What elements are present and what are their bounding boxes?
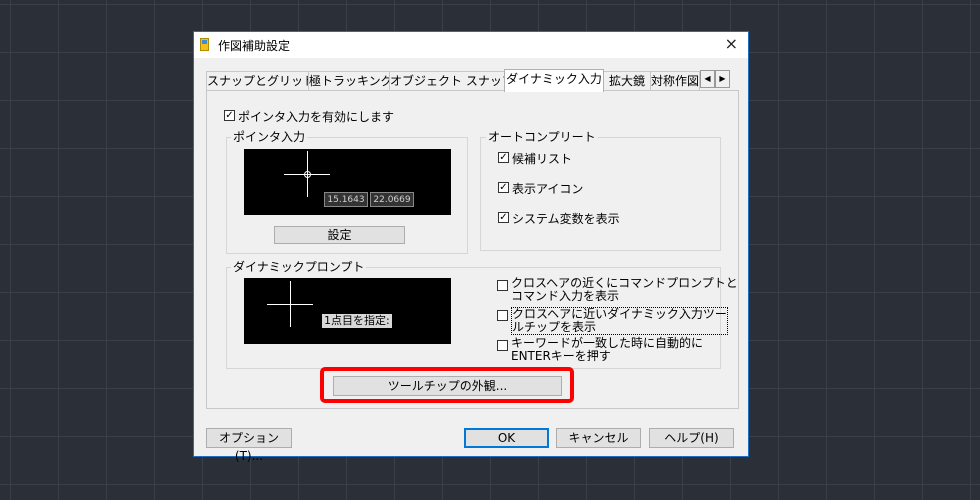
crosshair-pickbox-icon xyxy=(304,171,311,178)
show-sysvars-checkbox[interactable]: ✓ xyxy=(498,212,509,223)
options-button[interactable]: オプション(T)... xyxy=(206,428,292,463)
display-icon-checkbox[interactable]: ✓ xyxy=(498,182,509,193)
tab-symmetric-drawing[interactable]: 対称作図 xyxy=(650,71,700,91)
coord-x-box: 15.1643 xyxy=(324,192,368,207)
chevron-left-icon[interactable]: ◀ xyxy=(700,70,715,88)
option-line: クロスヘアに近いダイナミック入力ツー xyxy=(512,307,727,321)
option-line: クロスヘアの近くにコマンドプロンプトと xyxy=(511,276,738,290)
coord-y-box: 22.0669 xyxy=(370,192,414,207)
window-title: 作図補助設定 xyxy=(218,39,291,53)
option-line: コマンド入力を表示 xyxy=(511,289,620,303)
pointer-settings-button[interactable]: 設定 xyxy=(274,226,405,244)
tab-magnifier[interactable]: 拡大鏡 xyxy=(603,71,651,91)
tab-object-snap[interactable]: オブジェクト スナップ xyxy=(389,71,505,91)
tab-dynamic-input[interactable]: ダイナミック入力 xyxy=(504,69,604,92)
crosshair-command-prompt-checkbox[interactable] xyxy=(497,280,508,291)
ok-button[interactable]: OK xyxy=(464,428,549,448)
title-bar[interactable]: 作図補助設定 × xyxy=(194,32,748,58)
tab-polar-tracking[interactable]: 極トラッキング xyxy=(308,71,390,91)
auto-enter-checkbox[interactable] xyxy=(497,340,508,351)
display-icon-label: 表示アイコン xyxy=(512,182,584,196)
candidate-list-label: 候補リスト xyxy=(512,152,573,166)
tab-snap-grid[interactable]: スナップとグリッド xyxy=(206,71,309,91)
dynamic-input-panel: ✓ ポインタ入力を有効にします ポインタ入力 15.1643 22.0669 設… xyxy=(206,90,739,409)
crosshair-command-prompt-label: クロスヘアの近くにコマンドプロンプトと コマンド入力を表示 xyxy=(511,277,738,303)
option-line: キーワードが一致した時に自動的に xyxy=(511,336,704,350)
autocomplete-group-label: オートコンプリート xyxy=(486,128,598,145)
enable-pointer-input-checkbox[interactable]: ✓ xyxy=(224,110,235,121)
prompt-crosshair-vertical xyxy=(290,281,291,327)
option-line: ENTERキーを押す xyxy=(511,349,611,363)
help-button[interactable]: ヘルプ(H) xyxy=(649,428,734,448)
option-line: ルチップを表示 xyxy=(512,320,597,334)
cancel-button[interactable]: キャンセル xyxy=(556,428,641,448)
candidate-list-checkbox[interactable]: ✓ xyxy=(498,152,509,163)
prompt-tooltip: 1点目を指定: xyxy=(322,314,392,328)
crosshair-dynamic-tooltip-checkbox[interactable] xyxy=(497,310,508,321)
auto-enter-label: キーワードが一致した時に自動的に ENTERキーを押す xyxy=(511,337,703,363)
dynamic-prompt-group-label: ダイナミックプロンプト xyxy=(231,258,367,275)
pointer-input-group-label: ポインタ入力 xyxy=(231,128,308,145)
enable-pointer-input-label: ポインタ入力を有効にします xyxy=(238,110,395,124)
highlight-annotation xyxy=(320,367,574,403)
chevron-right-icon[interactable]: ▶ xyxy=(715,70,730,88)
app-icon xyxy=(200,38,209,51)
tab-bar: スナップとグリッド 極トラッキング オブジェクト スナップ ダイナミック入力 拡… xyxy=(206,69,739,92)
crosshair-dynamic-tooltip-label: クロスヘアに近いダイナミック入力ツー ルチップを表示 xyxy=(511,307,728,335)
pointer-input-preview: 15.1643 22.0669 xyxy=(244,149,451,215)
show-sysvars-label: システム変数を表示 xyxy=(512,212,620,226)
dynamic-prompt-preview: 1点目を指定: xyxy=(244,278,451,344)
close-icon[interactable]: × xyxy=(725,34,738,53)
